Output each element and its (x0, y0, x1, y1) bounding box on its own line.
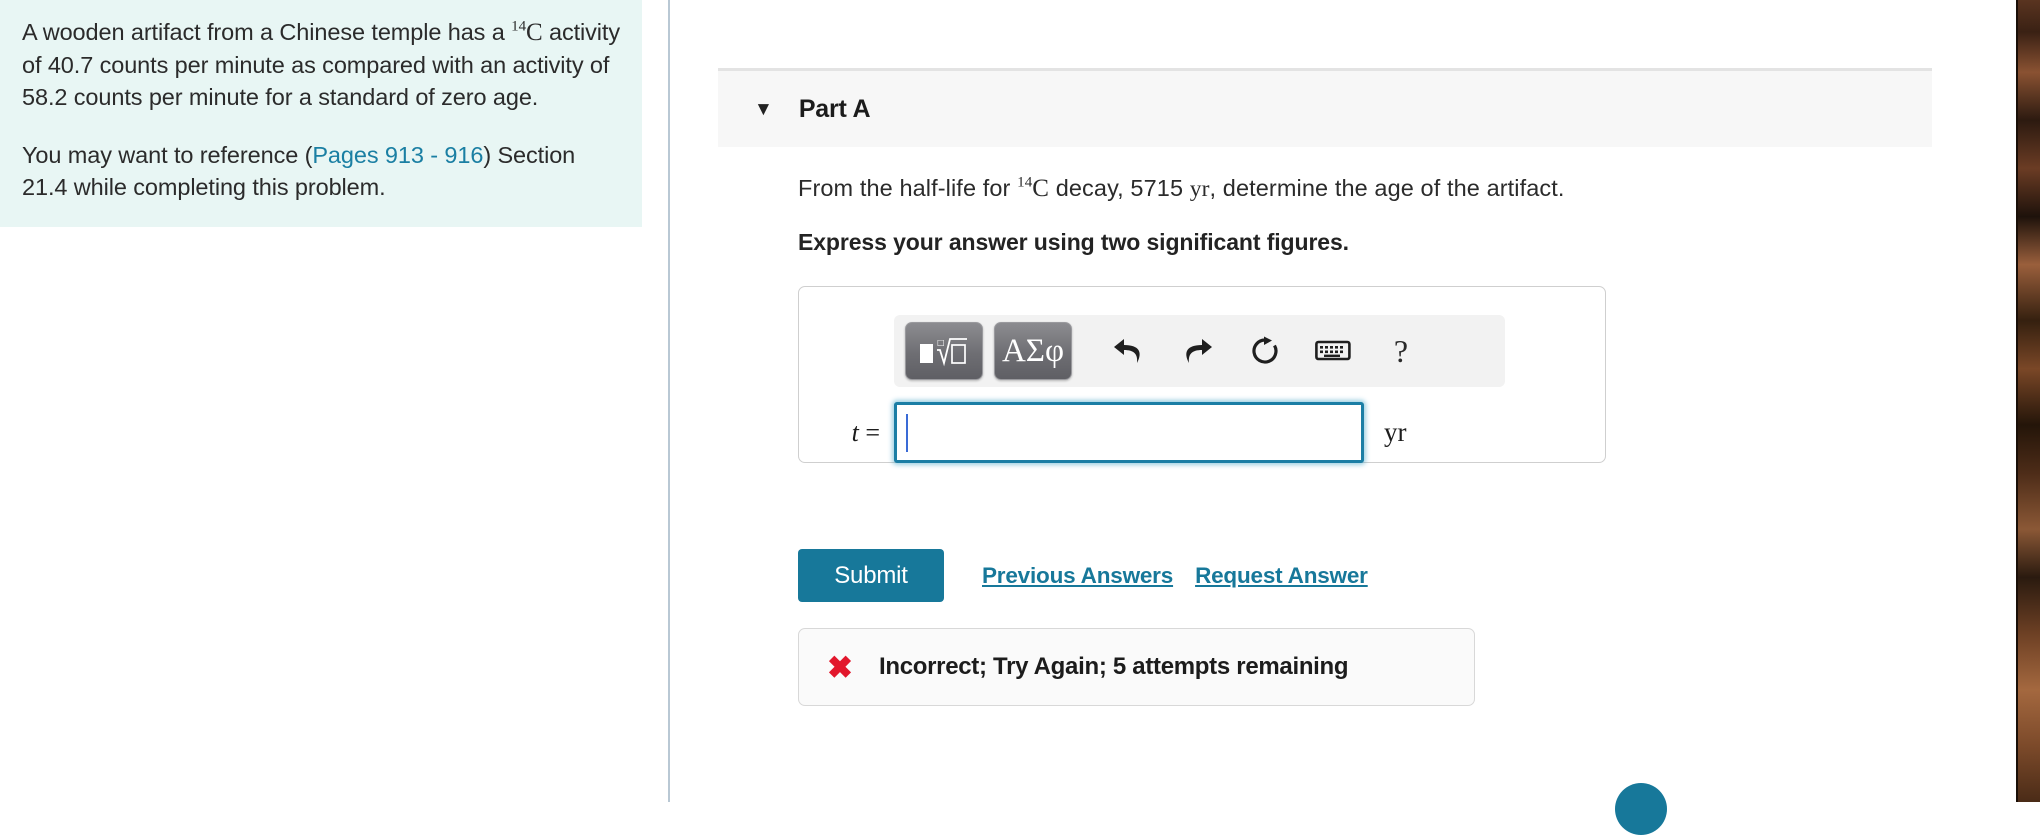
redo-arrow-glyph (1186, 339, 1212, 363)
question-text-end: , determine the age of the artifact. (1209, 175, 1565, 201)
part-a-header[interactable]: ▼ Part A (718, 68, 1932, 147)
help-icon[interactable]: ? (1370, 322, 1432, 380)
question-isotope-mass-number: 14 (1017, 174, 1033, 191)
strip-left-border (2016, 0, 2018, 802)
svg-text:□: □ (937, 338, 945, 347)
text-cursor (906, 414, 908, 452)
greek-symbols-button[interactable]: ΑΣφ (994, 322, 1072, 380)
keyboard-icon[interactable] (1302, 322, 1364, 380)
problem-paragraph-2: You may want to reference (Pages 913 - 9… (22, 139, 620, 203)
sig-figs-instruction: Express your answer using two significan… (798, 229, 1349, 255)
answer-input-row: t = yr (799, 402, 1607, 463)
question-text-before: From the half-life for (798, 175, 1018, 201)
variable-label: t = (799, 418, 894, 448)
pages-reference-link[interactable]: Pages 913 - 916 (312, 142, 483, 168)
carbon-14-isotope: 14C (511, 19, 542, 46)
undo-icon[interactable] (1098, 322, 1160, 380)
question-prompt: From the half-life for 14C decay, 5715 y… (798, 172, 1938, 205)
previous-answers-link[interactable]: Previous Answers (982, 563, 1173, 589)
variable-symbol: t (851, 417, 859, 447)
chevron-down-icon[interactable]: ▼ (754, 100, 773, 119)
incorrect-x-icon: ✖ (827, 649, 853, 685)
reference-text-before: You may want to reference ( (22, 142, 313, 168)
keyboard-glyph (1315, 340, 1351, 361)
equals-sign: = (858, 417, 880, 447)
question-carbon-14-isotope: 14C (1017, 175, 1049, 202)
feedback-message-box: ✖ Incorrect; Try Again; 5 attempts remai… (798, 628, 1475, 706)
submit-actions-row: Submit Previous Answers Request Answer (798, 549, 1368, 602)
question-text-middle: decay, 5715 (1049, 175, 1190, 201)
answer-unit-label: yr (1384, 417, 1407, 447)
next-part-indicator[interactable] (1615, 783, 1667, 835)
request-answer-link[interactable]: Request Answer (1195, 563, 1368, 589)
isotope-mass-number: 14 (511, 18, 526, 35)
isotope-element-symbol: C (525, 19, 543, 46)
question-block: From the half-life for 14C decay, 5715 y… (798, 172, 1938, 256)
right-edge-image-strip (2016, 0, 2040, 802)
math-template-icon: □ (920, 338, 967, 367)
math-template-button[interactable]: □ (905, 322, 983, 380)
problem-statement-panel: A wooden artifact from a Chinese temple … (0, 0, 642, 227)
redo-icon[interactable] (1166, 322, 1228, 380)
answer-entry-container: □ ΑΣφ ? t = yr (798, 286, 1606, 463)
answer-column: ▼ Part A From the half-life for 14C deca… (718, 0, 2008, 835)
question-isotope-element: C (1032, 175, 1050, 202)
reset-icon[interactable] (1234, 322, 1296, 380)
undo-arrow-glyph (1114, 339, 1140, 363)
half-life-unit: yr (1189, 176, 1210, 202)
submit-button[interactable]: Submit (798, 549, 944, 602)
feedback-message-text: Incorrect; Try Again; 5 attempts remaini… (878, 653, 1349, 680)
problem-text-before-isotope: A wooden artifact from a Chinese temple … (22, 19, 512, 45)
math-toolbar: □ ΑΣφ ? (894, 315, 1505, 387)
problem-paragraph-1: A wooden artifact from a Chinese temple … (22, 16, 620, 113)
column-divider (668, 0, 670, 802)
reset-circular-arrow-glyph (1252, 336, 1278, 364)
part-a-title: Part A (798, 94, 871, 123)
answer-input-field[interactable] (894, 402, 1364, 463)
